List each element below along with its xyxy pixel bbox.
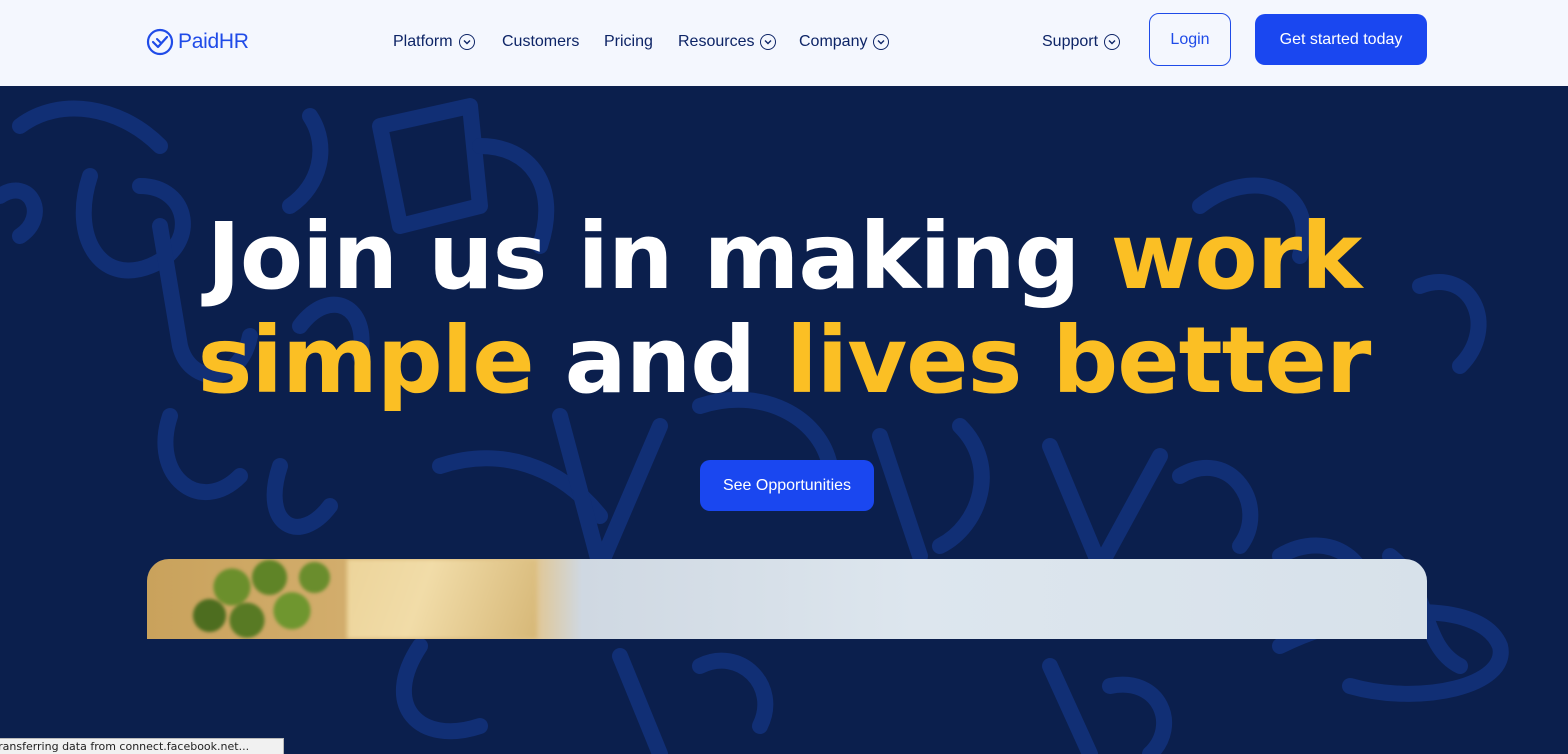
nav-pricing-label: Pricing (604, 33, 653, 50)
see-opportunities-button[interactable]: See Opportunities (700, 460, 874, 511)
photo-cutting-board (347, 559, 537, 639)
hero-headline: Join us in making work simple and lives … (0, 205, 1568, 413)
chevron-down-icon (458, 34, 475, 50)
chevron-down-icon (760, 34, 777, 50)
get-started-button[interactable]: Get started today (1255, 14, 1427, 65)
nav-resources-label: Resources (678, 33, 755, 50)
logo-text: PaidHR (178, 30, 249, 53)
headline-text-white-1: Join us in making (206, 203, 1111, 310)
site-header: PaidHR Platform Customers Pricing Resour… (0, 0, 1568, 86)
login-button[interactable]: Login (1149, 13, 1231, 66)
headline-text-yellow-1: work (1110, 203, 1363, 310)
nav-customers[interactable]: Customers (502, 30, 579, 54)
nav-platform-label: Platform (393, 33, 453, 50)
paidhr-check-logo-icon (146, 28, 174, 56)
nav-resources[interactable]: Resources (678, 30, 777, 54)
nav-platform[interactable]: Platform (393, 30, 475, 54)
chevron-down-icon (873, 34, 890, 50)
nav-pricing[interactable]: Pricing (604, 30, 653, 54)
chevron-down-icon (1104, 34, 1121, 50)
hero-section (0, 86, 1568, 754)
logo[interactable]: PaidHR (146, 28, 249, 56)
nav-company[interactable]: Company (799, 30, 890, 54)
headline-text-white-2: and (533, 307, 787, 414)
hero-headline-line-1: Join us in making work (0, 205, 1568, 309)
nav-support[interactable]: Support (1042, 30, 1121, 54)
headline-text-yellow-3: lives better (786, 307, 1371, 414)
nav-customers-label: Customers (502, 33, 580, 50)
browser-status-bar: Transferring data from connect.facebook.… (0, 738, 284, 754)
hero-photo (147, 559, 1427, 639)
hero-headline-line-2: simple and lives better (0, 309, 1568, 413)
doodle-background-pattern (0, 98, 1509, 754)
nav-company-label: Company (799, 33, 868, 50)
status-bar-text: Transferring data from connect.facebook.… (0, 740, 250, 753)
nav-support-label: Support (1042, 33, 1099, 50)
headline-text-yellow-2: simple (197, 307, 535, 414)
photo-grapes (187, 559, 337, 639)
